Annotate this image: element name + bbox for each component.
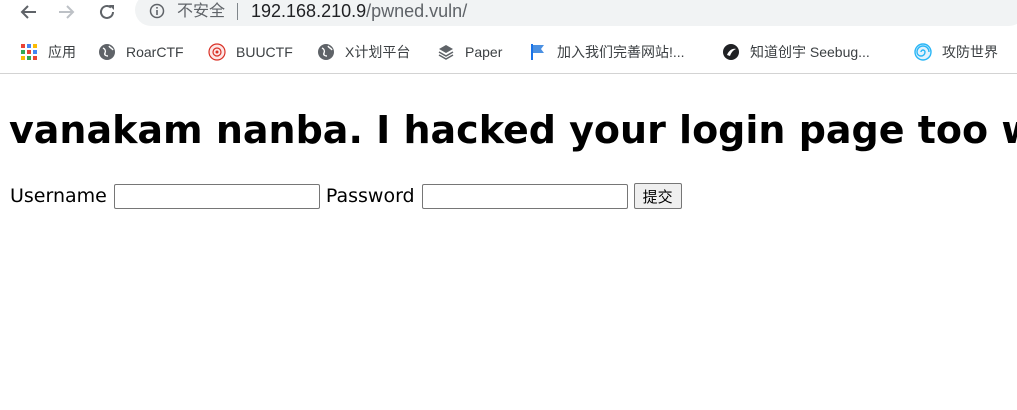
password-label: Password: [325, 185, 415, 207]
address-separator: [237, 3, 238, 20]
forward-button[interactable]: [53, 0, 81, 24]
page-content: vanakam nanba. I hacked your login page …: [0, 74, 1017, 410]
bookmark-buuctf[interactable]: BUUCTF: [208, 40, 293, 64]
bookmark-seebug[interactable]: 知道创宇 Seebug...: [722, 40, 870, 64]
bookmark-xplan[interactable]: X计划平台: [317, 40, 410, 64]
username-field[interactable]: [113, 183, 320, 209]
buuctf-logo-icon: [208, 43, 226, 61]
reload-icon: [100, 4, 114, 19]
browser-toolbar: 不安全 192.168.210.9/pwned.vuln/: [0, 0, 1017, 28]
bookmarks-bar: 应用 RoarCTF BUUCTF X计划平台 Paper 加入我们完善网站!.…: [0, 32, 1017, 72]
bookmark-label: Paper: [465, 44, 503, 60]
bookmark-label: RoarCTF: [126, 44, 184, 60]
bookmark-label: 加入我们完善网站!...: [557, 44, 685, 60]
page-headline: vanakam nanba. I hacked your login page …: [9, 108, 1017, 152]
back-arrow-icon: [20, 5, 36, 19]
apps-grid-icon: [21, 44, 37, 60]
bookmark-label: BUUCTF: [236, 44, 293, 60]
globe-icon: [318, 44, 334, 60]
bookmark-roarctf[interactable]: RoarCTF: [98, 40, 184, 64]
back-button[interactable]: [14, 0, 42, 24]
reload-button[interactable]: [93, 0, 121, 24]
info-icon[interactable]: [149, 3, 165, 19]
submit-button[interactable]: 提交: [633, 183, 682, 209]
url-text[interactable]: 192.168.210.9/pwned.vuln/: [251, 0, 467, 22]
login-form: Username Password 提交: [10, 182, 682, 210]
spiral-logo-icon: [914, 43, 932, 61]
password-field[interactable]: [421, 183, 628, 209]
bookmark-label: 攻防世界: [942, 44, 998, 60]
flag-icon: [531, 44, 544, 60]
url-path: /pwned.vuln/: [366, 1, 468, 21]
bookmark-join-us[interactable]: 加入我们完善网站!...: [529, 40, 685, 64]
globe-icon: [99, 44, 115, 60]
bookmark-paper[interactable]: Paper: [437, 40, 502, 64]
username-label: Username: [10, 185, 107, 207]
bookmark-label: 应用: [48, 44, 76, 60]
url-host: 192.168.210.9: [251, 1, 367, 21]
seebug-logo-icon: [723, 44, 739, 60]
security-status-label: 不安全: [177, 1, 226, 20]
bookmark-label: 知道创宇 Seebug...: [750, 44, 870, 60]
bookmark-gongfang[interactable]: 攻防世界: [914, 40, 998, 64]
bookmark-label: X计划平台: [345, 44, 411, 60]
layers-icon: [438, 45, 454, 60]
forward-arrow-icon: [59, 5, 75, 19]
bookmark-apps[interactable]: 应用: [20, 40, 76, 64]
